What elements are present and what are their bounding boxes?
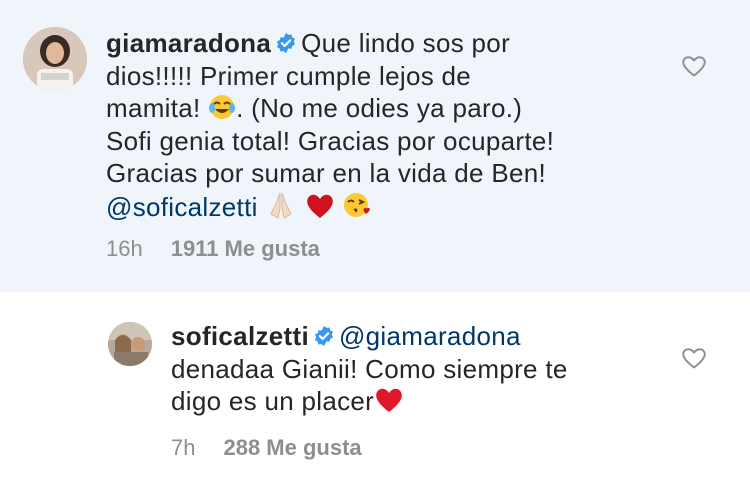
folded-hands-emoji bbox=[270, 192, 292, 219]
likes-count[interactable]: 1911 Me gusta bbox=[171, 236, 320, 262]
face-blowing-kiss-emoji bbox=[344, 192, 371, 217]
comment-text: giamaradona Que lindo sos por dios!!!!! P… bbox=[106, 27, 666, 223]
comment-giamaradona: giamaradona Que lindo sos por dios!!!!! P… bbox=[0, 0, 750, 292]
comment-time: 7h bbox=[171, 435, 196, 460]
comment-soficalzetti: soficalzetti @giamaradona denadaa Gianii!… bbox=[0, 292, 750, 485]
comment-line: mamita! bbox=[106, 93, 201, 123]
comment-username[interactable]: soficalzetti bbox=[171, 321, 309, 351]
verified-badge-icon bbox=[314, 325, 333, 347]
comment-line: denadaa Gianii! Como siempre te bbox=[171, 353, 568, 384]
tears-of-joy-emoji bbox=[209, 95, 236, 119]
mention-link[interactable]: @giamaradona bbox=[339, 321, 521, 351]
comment-username[interactable]: giamaradona bbox=[106, 28, 271, 58]
avatar-photo bbox=[23, 27, 87, 91]
red-heart-emoji bbox=[306, 194, 333, 218]
heart-outline-icon[interactable] bbox=[681, 346, 707, 370]
comment-meta: 16h 1911 Me gusta bbox=[106, 236, 320, 262]
red-heart-emoji bbox=[376, 388, 402, 412]
comment-text: soficalzetti @giamaradona denadaa Gianii!… bbox=[171, 320, 651, 418]
comment-line: . (No me odies ya paro.) bbox=[236, 93, 523, 123]
comment-line: digo es un placer bbox=[171, 386, 375, 416]
comment-time: 16h bbox=[106, 236, 143, 261]
likes-count[interactable]: 288 Me gusta bbox=[223, 435, 361, 461]
comment-line: dios!!!!! Primer cumple lejos de bbox=[106, 60, 472, 91]
avatar-soficalzetti[interactable] bbox=[108, 322, 152, 366]
comment-line: Gracias por sumar en la vida de Ben! bbox=[106, 158, 547, 188]
comment-line: Sofi genia total! Gracias por ocuparte! bbox=[106, 125, 555, 156]
verified-badge-icon bbox=[277, 32, 296, 54]
avatar-giamaradona[interactable] bbox=[23, 27, 87, 91]
comment-line: Que lindo sos por bbox=[301, 28, 511, 58]
heart-outline-icon[interactable] bbox=[681, 54, 707, 78]
mention-link[interactable]: @soficalzetti bbox=[106, 192, 258, 222]
comment-meta: 7h 288 Me gusta bbox=[171, 435, 362, 461]
avatar-photo bbox=[108, 322, 152, 366]
